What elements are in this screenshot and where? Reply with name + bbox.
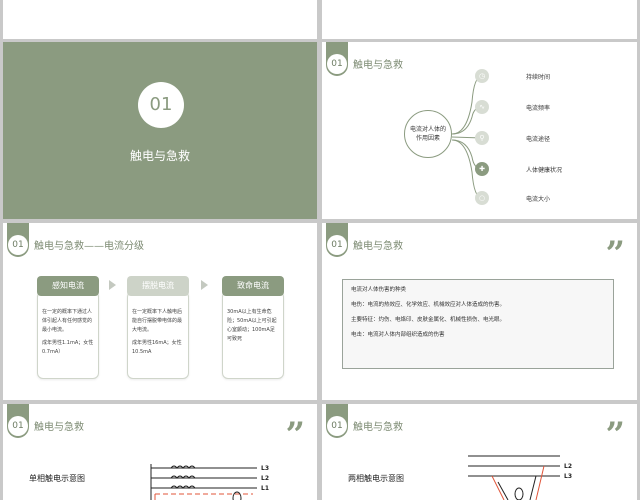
grading-title: 摆脱电流 (127, 276, 189, 296)
grading-text: 成年男性1.1mA；女性 0.7mA） (42, 340, 94, 355)
wire-label: L1 (261, 485, 269, 492)
damage-description-box: 电流对人体伤害的种类 电伤：电流的热效应、化学效应、机械效应对人体造成的伤害。 … (342, 279, 614, 369)
grading-title: 致命电流 (222, 276, 284, 296)
tab-number: 01 (8, 235, 28, 255)
arrow-icon (201, 280, 208, 290)
slide-influencing-factors[interactable]: 01 触电与急救 电流对人体的作用因素 ◷ 持续时间 ∿ 电流频率 ⚲ 电流途径… (322, 42, 637, 219)
tab-number: 01 (327, 235, 347, 255)
slide-damage-types[interactable]: 01 触电与急救 ” 电流对人体伤害的种类 电伤：电流的热效应、化学效应、机械效… (322, 223, 637, 400)
factor-label: 电流频率 (526, 105, 551, 112)
factors-center-node: 电流对人体的作用因素 (404, 110, 452, 158)
factor-label: 电流途径 (526, 136, 551, 143)
two-phase-diagram (468, 455, 560, 500)
circle-icon: ○ (475, 191, 489, 205)
grading-title: 感知电流 (37, 276, 99, 296)
clock-icon: ◷ (475, 69, 489, 83)
path-icon: ⚲ (475, 131, 489, 145)
slide-single-phase[interactable]: 01 触电与急救 ” 单相触电示意图 L3 L2 L1 (3, 404, 317, 500)
grading-box: 在一定的概率下通过人体引起人有任何感觉的最小电流。 成年男性1.1mA；女性 0… (37, 291, 99, 379)
arrow-icon (109, 280, 116, 290)
grading-text: 在一定的概率下通过人体引起人有任何感觉的最小电流。 (42, 309, 93, 333)
wave-icon: ∿ (475, 100, 489, 114)
grading-box: 30mA以上有生命危险；50mA以上可引起心室颤动；100mA足可致死 (222, 291, 284, 379)
slide-thumbnail-top-right[interactable] (322, 0, 637, 39)
wire-label: L3 (261, 465, 269, 472)
damage-title: 电流对人体伤害的种类 (351, 287, 407, 293)
wire-label: L2 (564, 463, 572, 470)
damage-line: 主要特征：灼伤、电烙印、皮肤金属化、机械性损伤、电光眼。 (351, 317, 506, 323)
section-title: 触电与急救 (129, 149, 190, 163)
grading-text: 30mA以上有生命危险；50mA以上可引起心室颤动；100mA足可致死 (227, 309, 277, 342)
slide-two-phase[interactable]: 01 触电与急救 ” 两相触电示意图 L2 L3 (322, 404, 637, 500)
section-tab: 01 (7, 223, 29, 257)
factor-label: 人体健康状况 (526, 167, 563, 174)
factor-label: 持续时间 (526, 74, 551, 81)
slide-title: 触电与急救 (353, 241, 403, 252)
slide-section-cover[interactable]: 01 触电与急救 (3, 42, 317, 219)
grading-box: 在一定概率下人触电后能自行摆脱带电体的最大电流。 成年男性16mA；女性 10.… (127, 291, 189, 379)
slide-current-grading[interactable]: 01 触电与急救——电流分级 在一定的概率下通过人体引起人有任何感觉的最小电流。… (3, 223, 317, 400)
section-number-circle: 01 (138, 82, 184, 128)
wire-label: L2 (261, 475, 269, 482)
single-phase-diagram (150, 464, 257, 500)
slide-title: 触电与急救——电流分级 (34, 241, 144, 252)
grading-text: 在一定概率下人触电后能自行摆脱带电体的最大电流。 (132, 309, 183, 333)
damage-line: 电击：电流对人体内部组织造成的伤害 (351, 332, 445, 338)
slide-thumbnail-top-left[interactable] (3, 0, 317, 39)
health-icon: ✚ (475, 162, 489, 176)
quote-mark-icon: ” (605, 234, 625, 274)
grading-text: 成年男性16mA；女性 10.5mA (132, 340, 182, 355)
wire-label: L3 (564, 473, 572, 480)
factor-label: 电流大小 (526, 196, 551, 203)
section-tab: 01 (326, 223, 348, 257)
damage-line: 电伤：电流的热效应、化学效应、机械效应对人体造成的伤害。 (351, 302, 506, 308)
